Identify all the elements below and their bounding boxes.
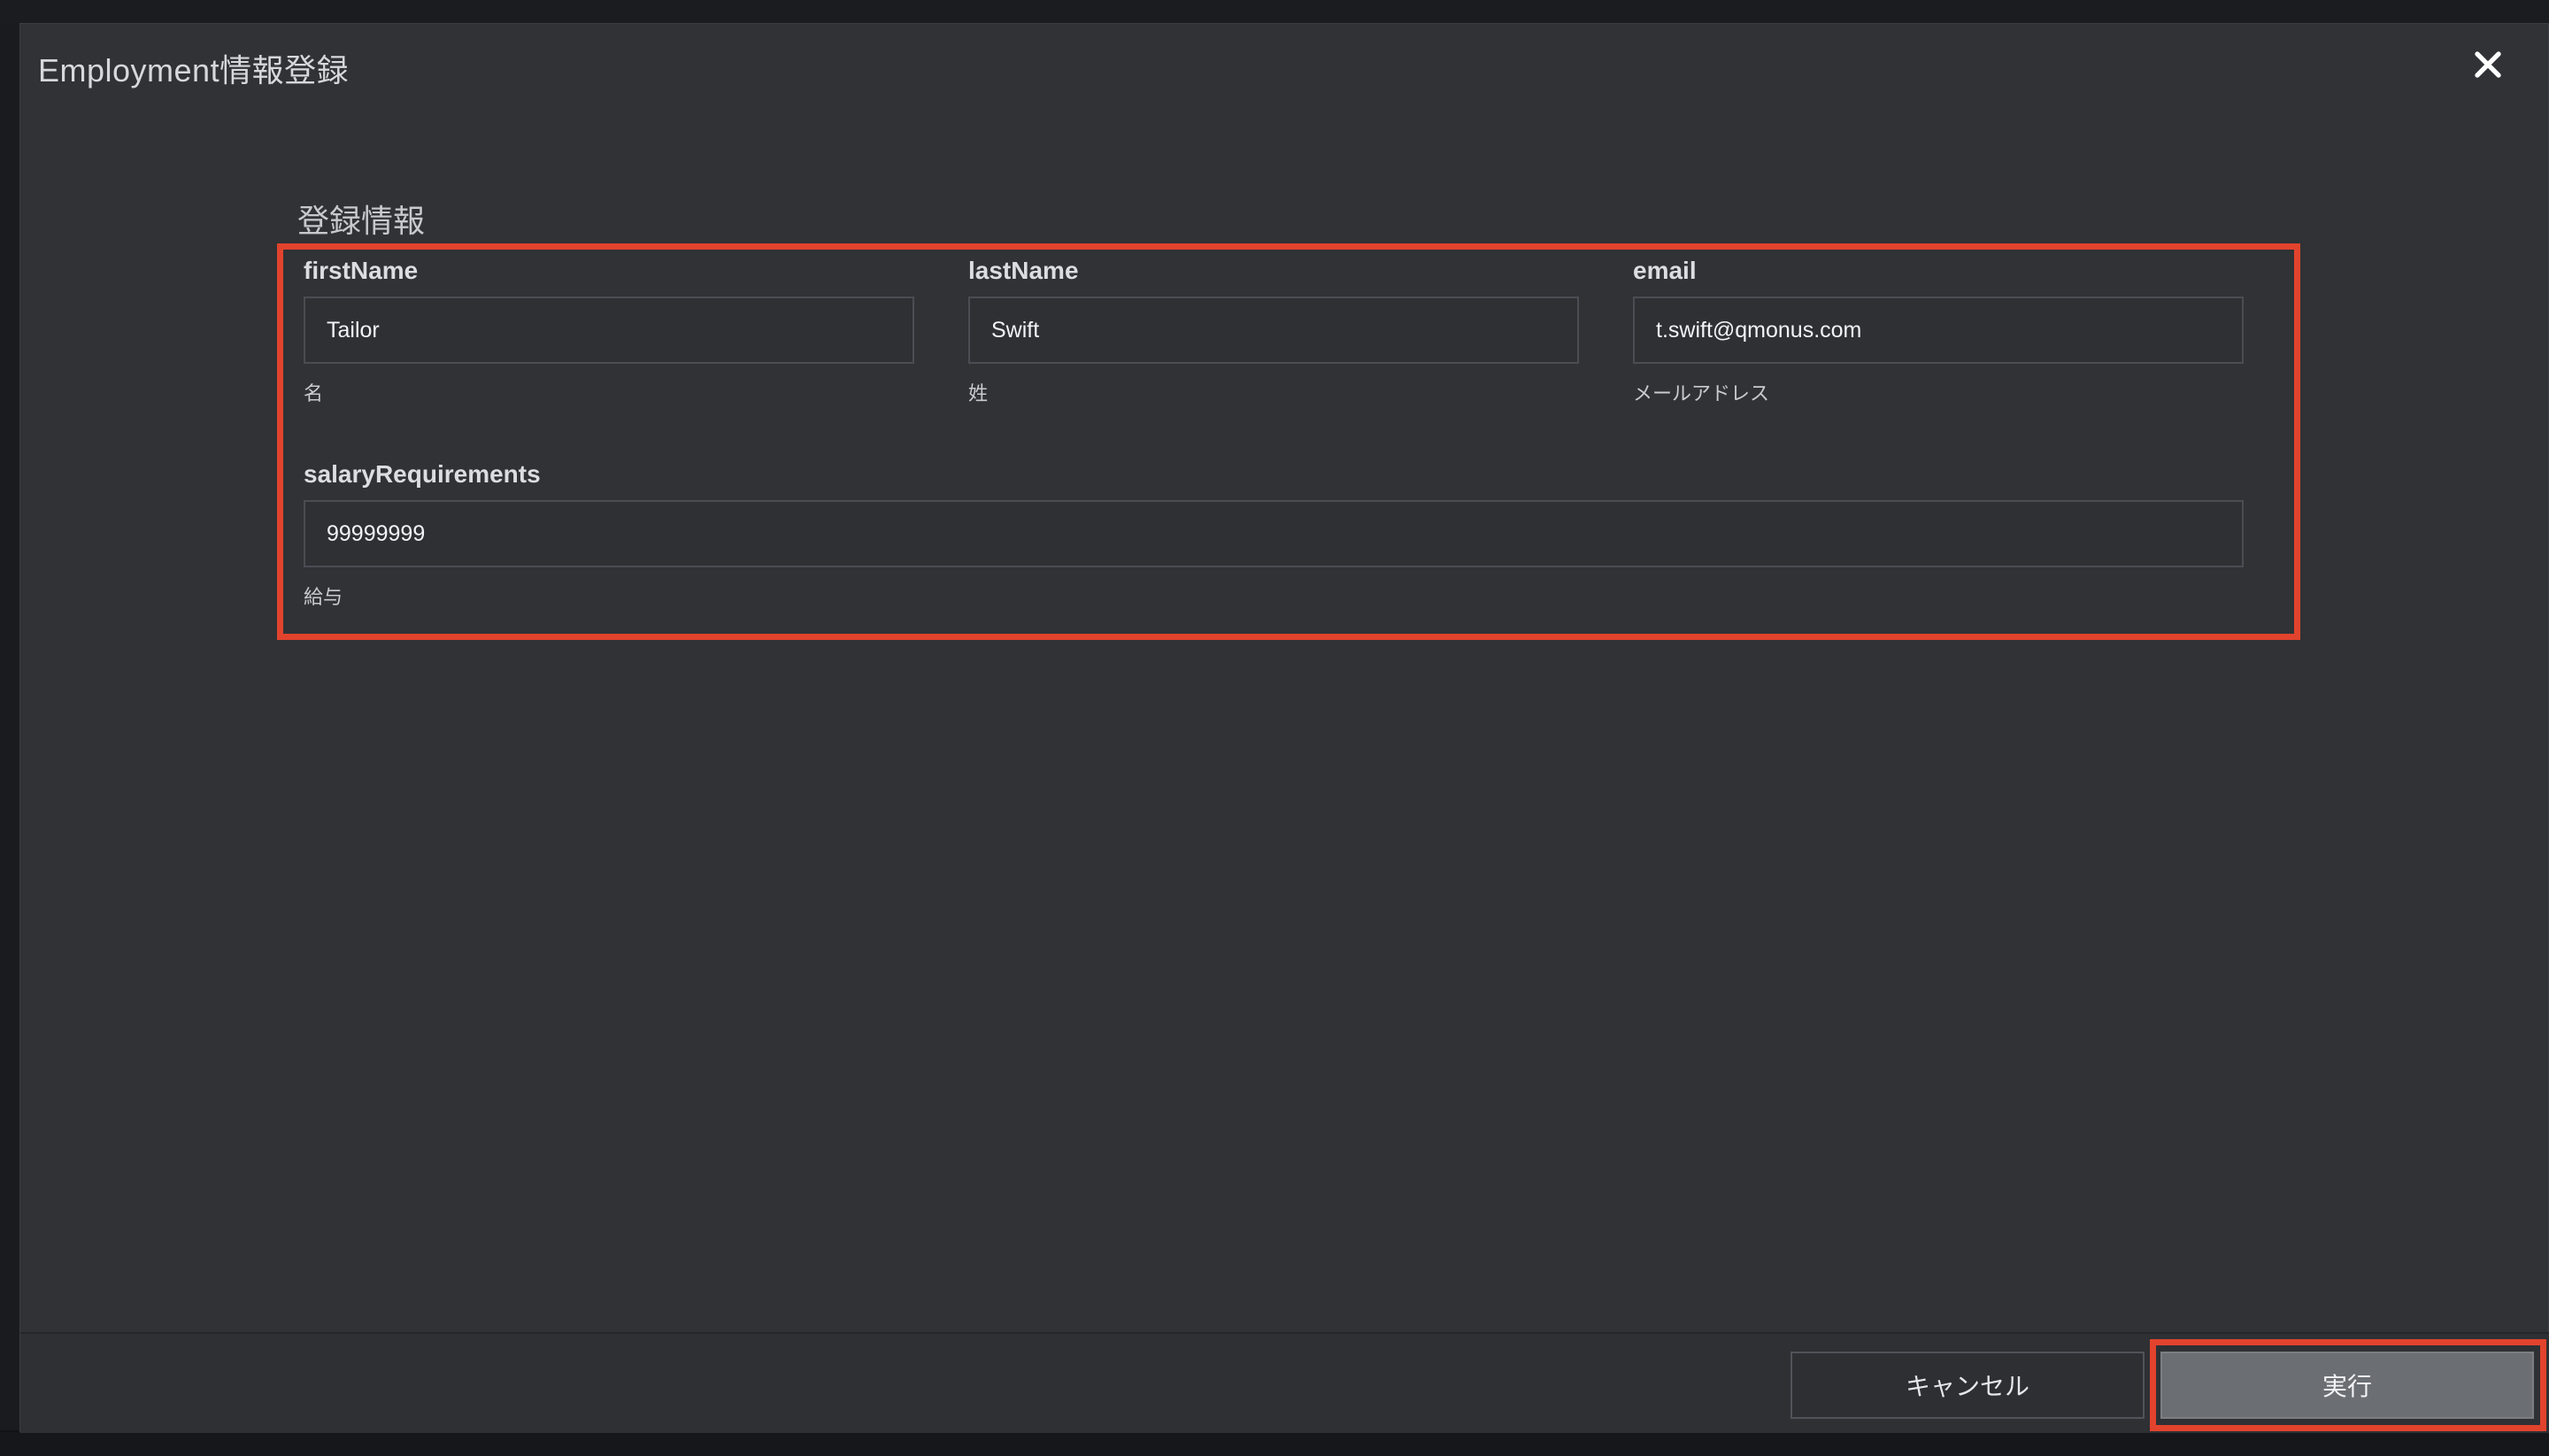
app-status-bar <box>0 1432 2549 1456</box>
first-name-field: firstName Tailor 名 <box>304 256 914 406</box>
salary-hint: 給与 <box>304 586 343 608</box>
app-left-strip <box>0 23 19 1430</box>
last-name-input[interactable]: Swift <box>968 297 1579 364</box>
cancel-button[interactable]: キャンセル <box>1790 1352 2145 1419</box>
close-button[interactable] <box>2465 42 2511 88</box>
email-label: email <box>1633 257 1697 284</box>
email-input[interactable]: t.swift@qmonus.com <box>1633 297 2244 364</box>
salary-label: salaryRequirements <box>304 460 541 488</box>
dialog-title: Employment情報登録 <box>38 52 350 89</box>
salary-field: salaryRequirements 99999999 給与 <box>304 459 2244 610</box>
employment-dialog: Employment情報登録 登録情報 firstName Tailor 名 l… <box>19 23 2549 1433</box>
last-name-hint: 姓 <box>968 382 989 404</box>
salary-input[interactable]: 99999999 <box>304 500 2244 567</box>
last-name-label: lastName <box>968 257 1079 284</box>
first-name-hint: 名 <box>304 382 324 404</box>
close-icon <box>2475 51 2501 78</box>
first-name-input[interactable]: Tailor <box>304 297 914 364</box>
last-name-field: lastName Swift 姓 <box>968 256 1579 406</box>
section-title: 登録情報 <box>297 203 426 239</box>
email-hint: メールアドレス <box>1633 382 1770 404</box>
app-top-strip <box>0 0 2549 23</box>
email-field: email t.swift@qmonus.com メールアドレス <box>1633 256 2244 406</box>
run-button[interactable]: 実行 <box>2160 1352 2534 1419</box>
first-name-label: firstName <box>304 257 419 284</box>
